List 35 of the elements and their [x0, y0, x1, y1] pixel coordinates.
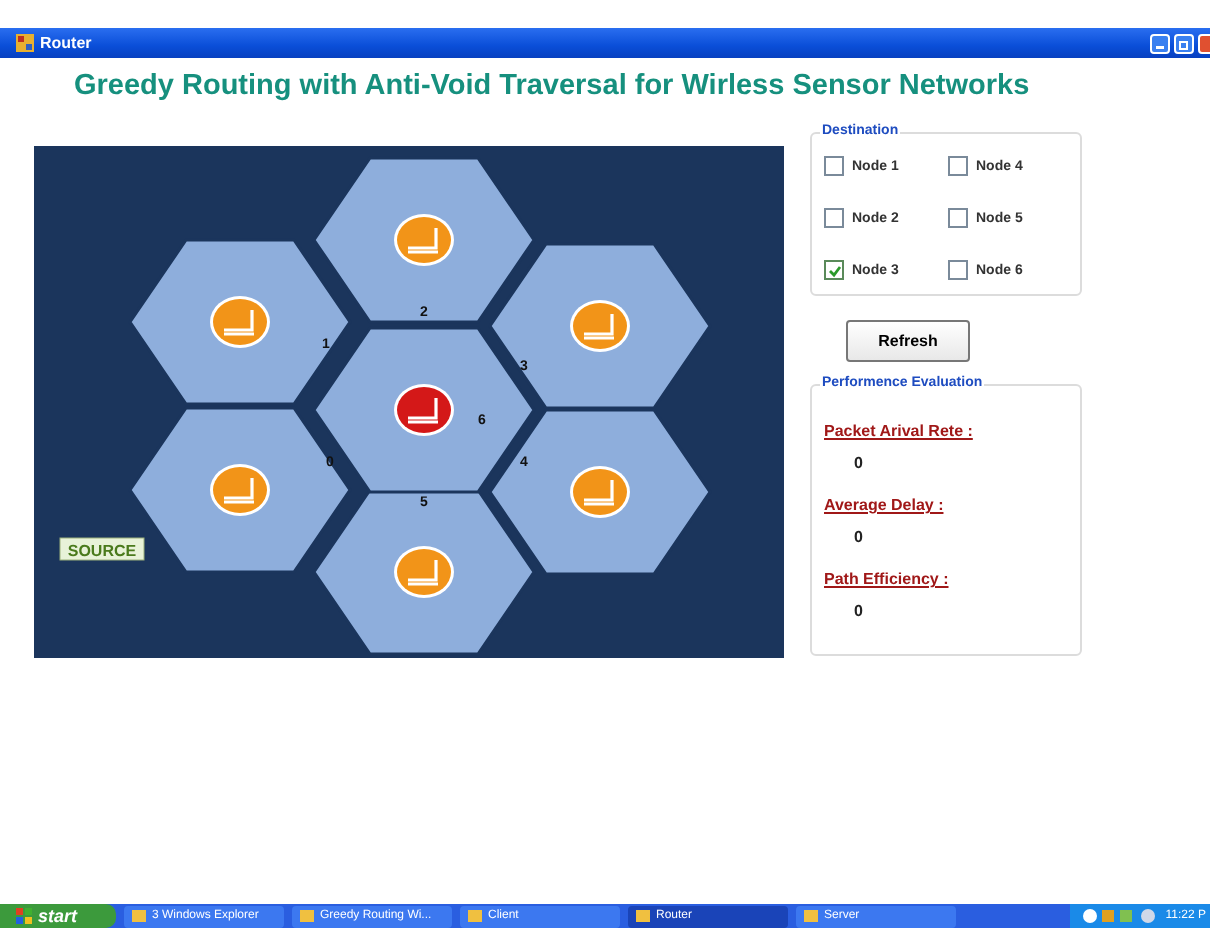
- metric-value: 0: [854, 528, 865, 548]
- restore-icon: [1178, 37, 1190, 49]
- window-title: Router: [40, 34, 92, 52]
- checkbox[interactable]: [948, 156, 968, 176]
- start-button[interactable]: start: [0, 904, 116, 928]
- metric-value: 0: [854, 602, 865, 622]
- checkbox[interactable]: [948, 260, 968, 280]
- router-icon[interactable]: [210, 296, 270, 348]
- checkbox[interactable]: [824, 156, 844, 176]
- checkbox[interactable]: [824, 208, 844, 228]
- router-icon[interactable]: [394, 546, 454, 598]
- windows-logo-icon: [16, 908, 32, 924]
- router-icon[interactable]: [394, 214, 454, 266]
- metric-label: Average Delay :: [824, 496, 946, 516]
- router-icon[interactable]: [570, 300, 630, 352]
- checkbox[interactable]: [948, 208, 968, 228]
- window-icon: [132, 910, 146, 922]
- checkbox[interactable]: [824, 260, 844, 280]
- metric-label: Path Efficiency :: [824, 570, 951, 590]
- tray-icons: [1081, 908, 1158, 924]
- router-icon[interactable]: [394, 384, 454, 436]
- metric-value: 0: [854, 454, 865, 474]
- minimize-button[interactable]: [1150, 33, 1170, 53]
- window-icon: [804, 910, 818, 922]
- window-icon: [468, 910, 482, 922]
- metric-label: Packet Arival Rete :: [824, 422, 975, 442]
- router-icon[interactable]: [210, 464, 270, 516]
- restore-button[interactable]: [1174, 33, 1194, 53]
- window-icon: [300, 910, 314, 922]
- window-icon: [636, 910, 650, 922]
- refresh-button[interactable]: Refresh: [846, 320, 970, 362]
- window-icon: [16, 34, 34, 52]
- page-heading: Greedy Routing with Anti-Void Traversal for Wirless Sensor Networks: [74, 70, 1032, 102]
- source-tag: SOURCE: [59, 537, 145, 561]
- router-icon[interactable]: [570, 466, 630, 518]
